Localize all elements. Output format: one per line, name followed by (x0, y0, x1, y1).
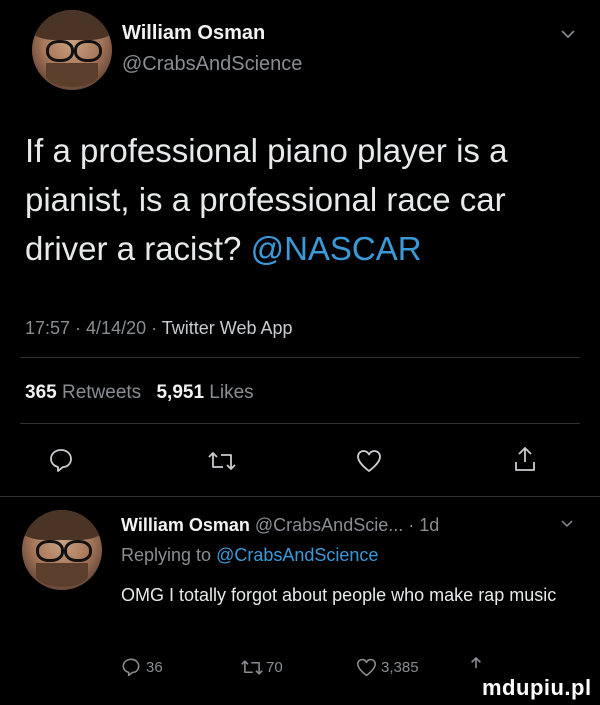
reply-icon[interactable] (48, 447, 74, 473)
retweets-count[interactable]: 365 (25, 382, 57, 403)
tweet-text: If a professional piano player is a pian… (25, 126, 575, 273)
tweet-stats: 365 Retweets 5,951 Likes (25, 382, 254, 404)
likes-count[interactable]: 5,951 (156, 382, 204, 403)
reply-header: William Osman @CrabsAndScie... · 1d (121, 515, 439, 536)
like-count: 3,385 (381, 659, 419, 676)
retweet-icon[interactable] (240, 658, 264, 677)
heart-icon[interactable] (356, 449, 382, 473)
retweet-icon[interactable] (207, 449, 237, 473)
avatar[interactable] (32, 10, 112, 90)
reply-icon[interactable] (121, 657, 141, 677)
divider (20, 423, 580, 424)
chevron-down-icon[interactable] (560, 28, 576, 40)
timestamp[interactable]: 17:57 · 4/14/20 · (25, 318, 162, 338)
reply-avatar[interactable] (22, 510, 102, 590)
retweet-count: 70 (266, 659, 283, 676)
divider (20, 357, 580, 358)
tweet-meta: 17:57 · 4/14/20 · Twitter Web App (25, 318, 293, 339)
divider (0, 496, 600, 497)
author-handle[interactable]: @CrabsAndScience (122, 53, 302, 76)
source-link[interactable]: Twitter Web App (162, 318, 293, 338)
reply-count: 36 (146, 659, 163, 676)
reply-author-handle[interactable]: @CrabsAndScie... (255, 515, 403, 535)
replying-prefix: Replying to (121, 545, 217, 565)
reply-text: OMG I totally forgot about people who ma… (121, 585, 557, 605)
heart-icon[interactable] (356, 658, 377, 677)
chevron-down-icon[interactable] (560, 519, 574, 529)
mention-link[interactable]: @NASCAR (251, 230, 422, 267)
reply-time[interactable]: · 1d (408, 515, 439, 535)
replying-handle[interactable]: @CrabsAndScience (216, 545, 378, 565)
reply-author-name[interactable]: William Osman (121, 515, 250, 535)
retweets-label[interactable]: Retweets (62, 382, 141, 403)
watermark: mdupiu.pl (482, 675, 592, 700)
likes-label[interactable]: Likes (209, 382, 253, 403)
share-icon[interactable] (468, 656, 484, 676)
replying-to: Replying to @CrabsAndScience (121, 545, 378, 566)
author-name[interactable]: William Osman (122, 22, 265, 45)
share-icon[interactable] (514, 446, 536, 472)
